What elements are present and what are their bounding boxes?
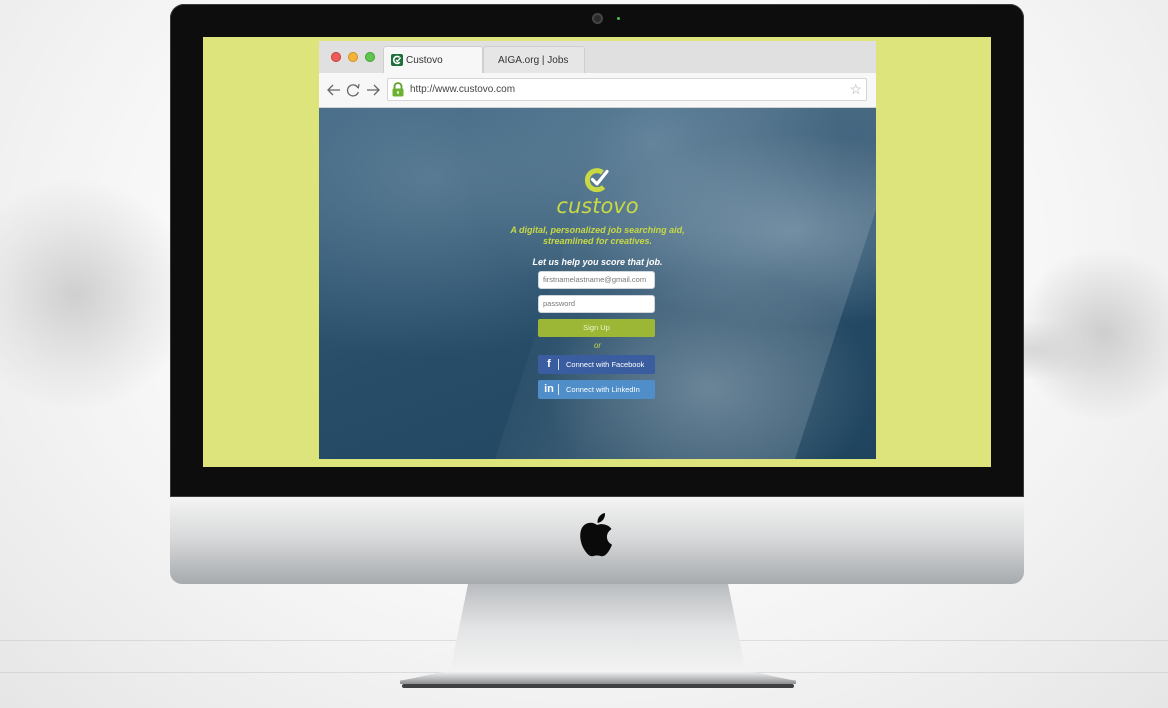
button-divider xyxy=(558,384,559,395)
custovo-landing-page: custovo A digital, personalized job sear… xyxy=(319,108,876,459)
facebook-icon: f xyxy=(547,358,551,370)
linkedin-button-label: Connect with LinkedIn xyxy=(566,385,640,394)
back-arrow-icon[interactable] xyxy=(326,82,342,98)
address-bar: http://www.custovo.com ☆ xyxy=(319,73,876,108)
close-window-button[interactable] xyxy=(331,52,341,62)
or-separator: or xyxy=(593,341,602,350)
tab-aiga-jobs[interactable]: AIGA.org | Jobs xyxy=(483,46,585,73)
facebook-button-label: Connect with Facebook xyxy=(566,360,645,369)
brand-name: custovo xyxy=(556,194,639,218)
monitor-chin xyxy=(170,497,1024,584)
url-input[interactable]: http://www.custovo.com ☆ xyxy=(387,78,867,101)
camera-icon xyxy=(592,13,603,24)
tab-bar: Custovo AIGA.org | Jobs xyxy=(319,41,876,73)
browser-window: Custovo AIGA.org | Jobs http://www.custo… xyxy=(319,41,876,459)
custovo-favicon-icon xyxy=(391,54,403,66)
zoom-window-button[interactable] xyxy=(365,52,375,62)
button-divider xyxy=(558,359,559,370)
tagline-line-1: A digital, personalized job searching ai… xyxy=(510,225,685,235)
background-blur-left xyxy=(0,180,190,410)
camera-led xyxy=(617,17,620,20)
url-text: http://www.custovo.com xyxy=(410,84,516,95)
monitor-stand xyxy=(400,584,796,688)
email-field[interactable]: firstnamelastname@gmail.com xyxy=(538,271,655,289)
minimize-window-button[interactable] xyxy=(348,52,358,62)
linkedin-icon: in xyxy=(544,383,554,395)
headline: Let us help you score that job. xyxy=(532,257,663,267)
monitor-screen: Custovo AIGA.org | Jobs http://www.custo… xyxy=(203,37,991,467)
connect-linkedin-button[interactable]: in Connect with LinkedIn xyxy=(538,380,655,399)
scene: Custovo AIGA.org | Jobs http://www.custo… xyxy=(0,0,1168,708)
apple-logo-icon xyxy=(580,513,612,557)
tab-label: AIGA.org | Jobs xyxy=(498,55,569,66)
connect-facebook-button[interactable]: f Connect with Facebook xyxy=(538,355,655,374)
reload-icon[interactable] xyxy=(345,82,361,98)
password-field[interactable]: password xyxy=(538,295,655,313)
monitor-bezel: Custovo AIGA.org | Jobs http://www.custo… xyxy=(170,4,1024,497)
lock-icon xyxy=(391,82,405,97)
custovo-logo-icon xyxy=(584,168,609,193)
forward-arrow-icon[interactable] xyxy=(365,82,381,98)
tab-label: Custovo xyxy=(406,55,443,66)
star-icon[interactable]: ☆ xyxy=(849,81,862,98)
sign-up-button[interactable]: Sign Up xyxy=(538,319,655,337)
tab-custovo[interactable]: Custovo xyxy=(383,46,483,73)
tagline: A digital, personalized job searching ai… xyxy=(319,225,876,247)
tagline-line-2: streamlined for creatives. xyxy=(542,236,653,246)
